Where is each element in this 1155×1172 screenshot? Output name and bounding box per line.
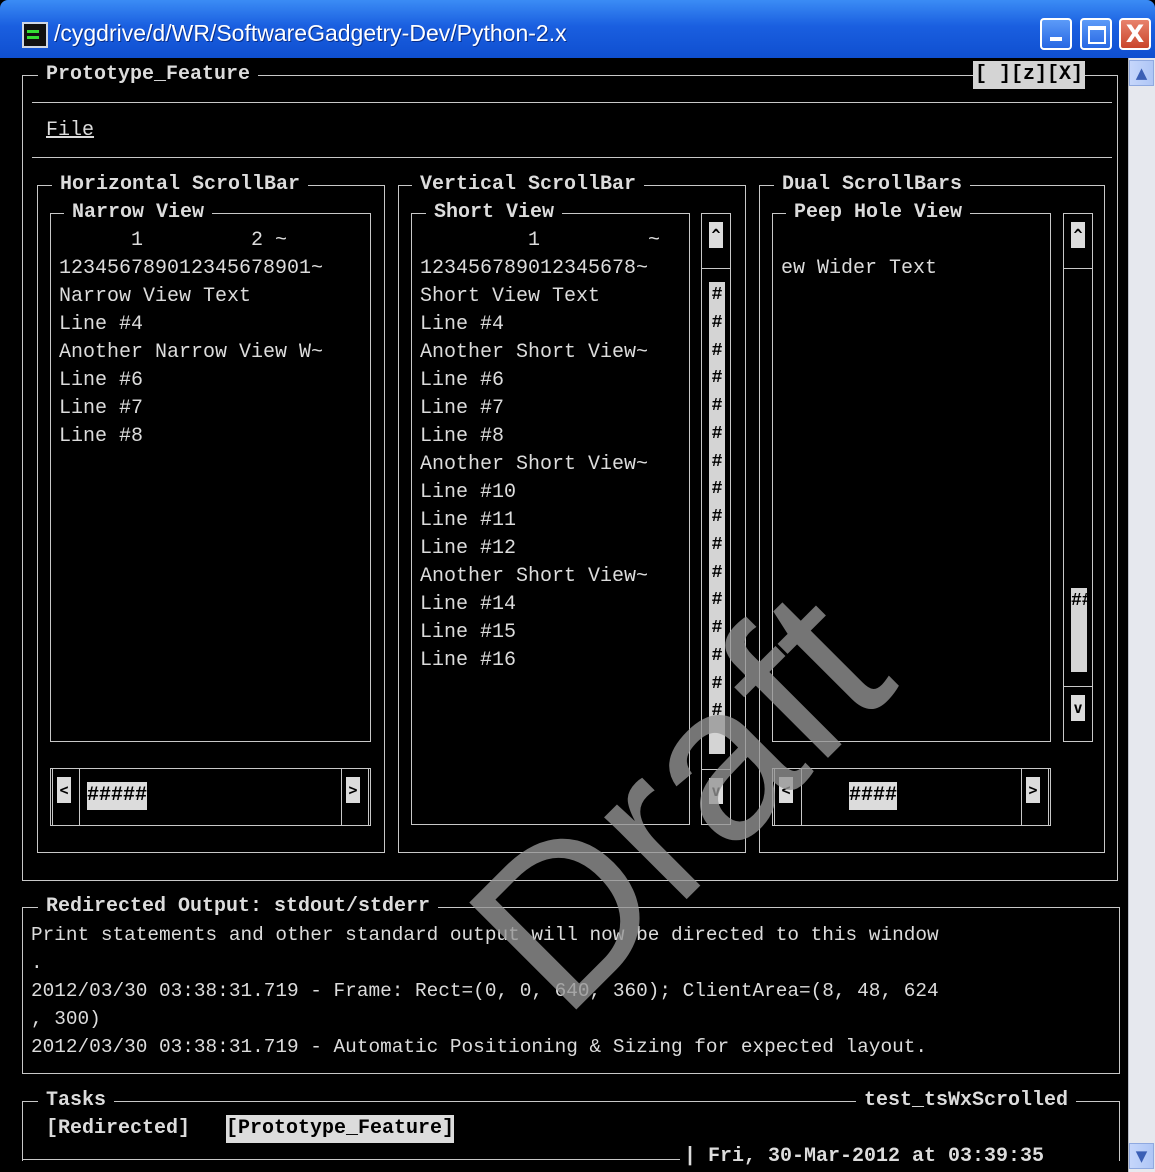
vertical-scroll-thumb[interactable]: ################ bbox=[709, 282, 725, 754]
frame-window-controls[interactable]: [ ][z][X] bbox=[973, 61, 1086, 89]
short-view-line: 123456789012345678~ bbox=[420, 257, 649, 280]
menu-file[interactable]: File bbox=[46, 117, 94, 145]
tasks-bottom-line bbox=[22, 1159, 680, 1160]
short-view-line: Another Short View~ bbox=[420, 565, 649, 588]
short-view-line: Another Short View~ bbox=[420, 341, 649, 364]
narrow-view-line: 1 2 ~ bbox=[59, 229, 288, 252]
short-view-line: 1 ~ bbox=[420, 229, 661, 252]
output-line: . bbox=[31, 952, 43, 974]
scroll-down-icon[interactable]: ▼ bbox=[1129, 1143, 1154, 1169]
left-arrow-icon: < bbox=[57, 777, 71, 803]
short-view-line: Line #6 bbox=[420, 369, 505, 392]
dual-scroll-right-button[interactable]: > bbox=[1021, 768, 1049, 826]
peep-hole-view-line bbox=[781, 227, 937, 255]
narrow-view-line: Line #8 bbox=[59, 425, 144, 448]
horizontal-scroll-thumb[interactable]: ##### bbox=[87, 782, 148, 810]
down-arrow-icon: v bbox=[709, 778, 723, 804]
tasks-app-name: test_tsWxScrolled bbox=[856, 1087, 1077, 1115]
short-view-line: Line #11 bbox=[420, 509, 517, 532]
scroll-down-button[interactable]: v bbox=[701, 769, 731, 825]
short-view-line: Line #12 bbox=[420, 537, 517, 560]
narrow-view-line: Narrow View Text bbox=[59, 285, 252, 308]
narrow-view-line: Line #4 bbox=[59, 313, 144, 336]
dual-down-arrow-icon: v bbox=[1071, 695, 1085, 721]
console-scrollbar[interactable] bbox=[1128, 58, 1155, 1172]
up-arrow-icon: ^ bbox=[709, 222, 723, 248]
horizontal-panel-title: Horizontal ScrollBar bbox=[52, 171, 309, 199]
close-button[interactable]: X bbox=[1119, 18, 1151, 50]
dual-vertical-scroll-thumb[interactable]: ### bbox=[1071, 588, 1087, 672]
short-view-text: 1 ~ 123456789012345678~ Short View Text Lin… bbox=[420, 227, 660, 675]
output-title: Redirected Output: stdout/stderr bbox=[38, 893, 439, 921]
minimize-button[interactable] bbox=[1040, 18, 1072, 50]
short-view-line: Line #14 bbox=[420, 593, 517, 616]
dual-right-arrow-icon: > bbox=[1026, 777, 1040, 803]
short-view-line: Line #15 bbox=[420, 621, 517, 644]
output-line: Print statements and other standard outp… bbox=[31, 924, 939, 946]
menu-divider-bottom bbox=[32, 157, 1112, 158]
output-line: 2012/03/30 03:38:31.719 - Automatic Posi… bbox=[31, 1036, 927, 1058]
window-titlebar: /cygdrive/d/WR/SoftwareGadgetry-Dev/Pyth… bbox=[0, 0, 1155, 58]
dual-left-arrow-icon: < bbox=[779, 777, 793, 803]
output-line: 2012/03/30 03:38:31.719 - Frame: Rect=(0… bbox=[31, 980, 939, 1002]
scroll-right-button[interactable]: > bbox=[341, 768, 369, 826]
maximize-button[interactable] bbox=[1080, 18, 1112, 50]
status-datetime: | Fri, 30-Mar-2012 at 03:39:35 bbox=[684, 1143, 1051, 1171]
dual-scroll-down-button[interactable]: v bbox=[1063, 686, 1093, 742]
narrow-view-line: Another Narrow View W~ bbox=[59, 341, 324, 364]
short-view-line: Line #7 bbox=[420, 397, 505, 420]
scroll-left-button[interactable]: < bbox=[52, 768, 80, 826]
output-line: , 300) bbox=[31, 1008, 101, 1030]
scroll-up-button[interactable]: ^ bbox=[701, 213, 731, 269]
task-item-redirected[interactable]: [Redirected] bbox=[46, 1115, 190, 1143]
short-view-line: Line #16 bbox=[420, 649, 517, 672]
right-arrow-icon: > bbox=[346, 777, 360, 803]
dual-scroll-up-button[interactable]: ^ bbox=[1063, 213, 1093, 269]
terminal-app-icon bbox=[22, 22, 48, 48]
narrow-view-line: Line #6 bbox=[59, 369, 144, 392]
peep-hole-view bbox=[772, 213, 1051, 742]
tasks-title: Tasks bbox=[38, 1087, 115, 1115]
narrow-view-text: 1 2 ~ 123456789012345678901~ Narrow View T… bbox=[59, 227, 323, 451]
narrow-view-line: Line #7 bbox=[59, 397, 144, 420]
output-text: Print statements and other standard outp… bbox=[31, 921, 939, 1061]
peep-hole-view-line: ew Wider Text bbox=[781, 257, 938, 280]
dual-horizontal-scroll-thumb[interactable]: #### bbox=[849, 782, 898, 810]
vertical-panel-title: Vertical ScrollBar bbox=[412, 171, 645, 199]
dual-horizontal-scrollbar-frame bbox=[772, 768, 1051, 826]
short-view-line: Line #4 bbox=[420, 313, 505, 336]
dual-up-arrow-icon: ^ bbox=[1071, 222, 1085, 248]
peep-hole-view-title: Peep Hole View bbox=[786, 199, 971, 227]
scroll-up-icon[interactable]: ▲ bbox=[1129, 60, 1154, 86]
short-view-line: Line #8 bbox=[420, 425, 505, 448]
task-item-prototype-feature[interactable]: [Prototype_Feature] bbox=[226, 1115, 455, 1143]
short-view-line: Another Short View~ bbox=[420, 453, 649, 476]
dual-panel-title: Dual ScrollBars bbox=[774, 171, 971, 199]
window-title: /cygdrive/d/WR/SoftwareGadgetry-Dev/Pyth… bbox=[54, 20, 567, 46]
short-view-line: Line #10 bbox=[420, 481, 517, 504]
dual-scroll-left-button[interactable]: < bbox=[774, 768, 802, 826]
frame-title: Prototype_Feature bbox=[38, 61, 259, 89]
short-view-title: Short View bbox=[426, 199, 563, 227]
peep-hole-view-text: ew Wider Text bbox=[781, 227, 937, 283]
menu-file-label[interactable]: File bbox=[46, 119, 94, 142]
narrow-view-title: Narrow View bbox=[64, 199, 213, 227]
short-view-line: Short View Text bbox=[420, 285, 601, 308]
narrow-view-line: 123456789012345678901~ bbox=[59, 257, 324, 280]
menu-divider-top bbox=[32, 102, 1112, 103]
